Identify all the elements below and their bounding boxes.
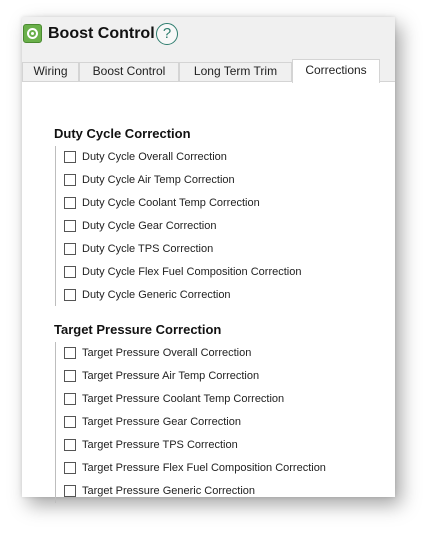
checkbox-label: Target Pressure Flex Fuel Composition Co…	[82, 462, 326, 474]
checkbox[interactable]	[64, 197, 76, 209]
tab-boost-control[interactable]: Boost Control	[79, 62, 179, 81]
checkbox-label: Duty Cycle TPS Correction	[82, 243, 214, 255]
checkbox[interactable]	[64, 462, 76, 474]
checkbox[interactable]	[64, 370, 76, 382]
checkbox[interactable]	[64, 416, 76, 428]
checkbox[interactable]	[64, 485, 76, 497]
checkbox-label: Duty Cycle Overall Correction	[82, 151, 227, 163]
window-header: Boost Control ?	[22, 17, 395, 59]
target-pressure-group-line	[55, 342, 56, 503]
checkbox[interactable]	[64, 151, 76, 163]
checkbox[interactable]	[64, 393, 76, 405]
boost-control-window: Boost Control ? Wiring Boost Control Lon…	[22, 17, 395, 503]
page-title: Boost Control	[48, 25, 155, 42]
checkbox-label: Target Pressure Generic Correction	[82, 485, 256, 497]
checkbox-label: Duty Cycle Coolant Temp Correction	[82, 197, 260, 209]
corrections-panel: Duty Cycle Correction Duty Cycle Overall…	[22, 82, 395, 503]
checkbox-label: Target Pressure Gear Correction	[82, 416, 241, 428]
duty-cycle-section-title: Duty Cycle Correction	[54, 126, 191, 141]
checkbox[interactable]	[64, 289, 76, 301]
checkbox-label: Target Pressure Overall Correction	[82, 347, 252, 359]
tab-bar: Wiring Boost Control Long Term Trim Corr…	[22, 59, 395, 83]
checkbox-label: Duty Cycle Generic Correction	[82, 289, 231, 301]
target-pressure-section-title: Target Pressure Correction	[54, 322, 222, 337]
duty-cycle-group-line	[55, 146, 56, 306]
checkbox-label: Duty Cycle Gear Correction	[82, 220, 217, 232]
checkbox[interactable]	[64, 266, 76, 278]
checkbox-label: Duty Cycle Air Temp Correction	[82, 174, 235, 186]
tab-wiring[interactable]: Wiring	[22, 62, 79, 81]
checkbox[interactable]	[64, 220, 76, 232]
help-icon[interactable]: ?	[156, 23, 178, 45]
tab-corrections[interactable]: Corrections	[292, 59, 380, 83]
checkbox-label: Duty Cycle Flex Fuel Composition Correct…	[82, 266, 302, 278]
checkbox-label: Target Pressure TPS Correction	[82, 439, 238, 451]
checkbox[interactable]	[64, 347, 76, 359]
checkbox-label: Target Pressure Coolant Temp Correction	[82, 393, 285, 405]
boost-control-app-icon	[23, 24, 42, 43]
checkbox[interactable]	[64, 174, 76, 186]
tab-long-term-trim[interactable]: Long Term Trim	[179, 62, 292, 81]
checkbox[interactable]	[64, 439, 76, 451]
checkbox[interactable]	[64, 243, 76, 255]
checkbox-label: Target Pressure Air Temp Correction	[82, 370, 260, 382]
